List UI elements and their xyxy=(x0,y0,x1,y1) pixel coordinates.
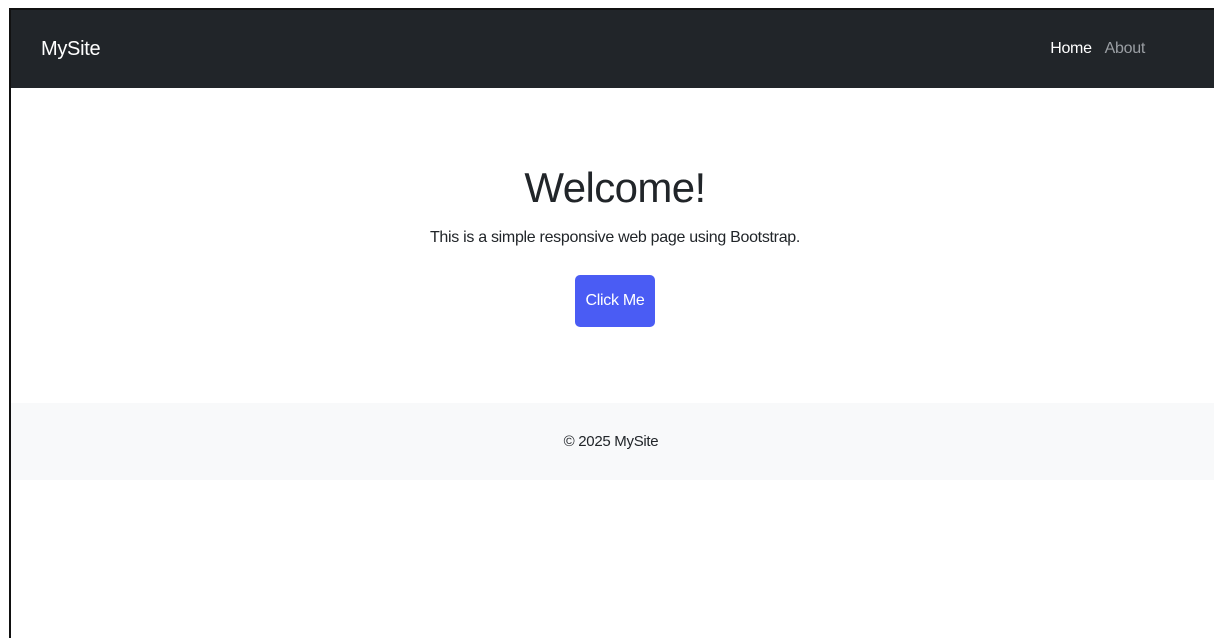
hero-title: Welcome! xyxy=(524,164,706,211)
footer: © 2025 MySite xyxy=(11,403,1214,480)
page-frame: MySite Home About Welcome! This is a sim… xyxy=(9,8,1214,638)
nav-links: Home About xyxy=(1050,40,1145,58)
navbar: MySite Home About xyxy=(11,10,1214,88)
nav-link-home[interactable]: Home xyxy=(1050,40,1092,58)
footer-copyright: © 2025 MySite xyxy=(563,433,659,450)
click-me-button[interactable]: Click Me xyxy=(574,275,656,327)
hero-section: Welcome! This is a simple responsive web… xyxy=(11,88,1214,327)
nav-link-about[interactable]: About xyxy=(1105,40,1146,58)
hero-subtitle: This is a simple responsive web page usi… xyxy=(429,229,801,246)
navbar-brand[interactable]: MySite xyxy=(41,38,101,61)
